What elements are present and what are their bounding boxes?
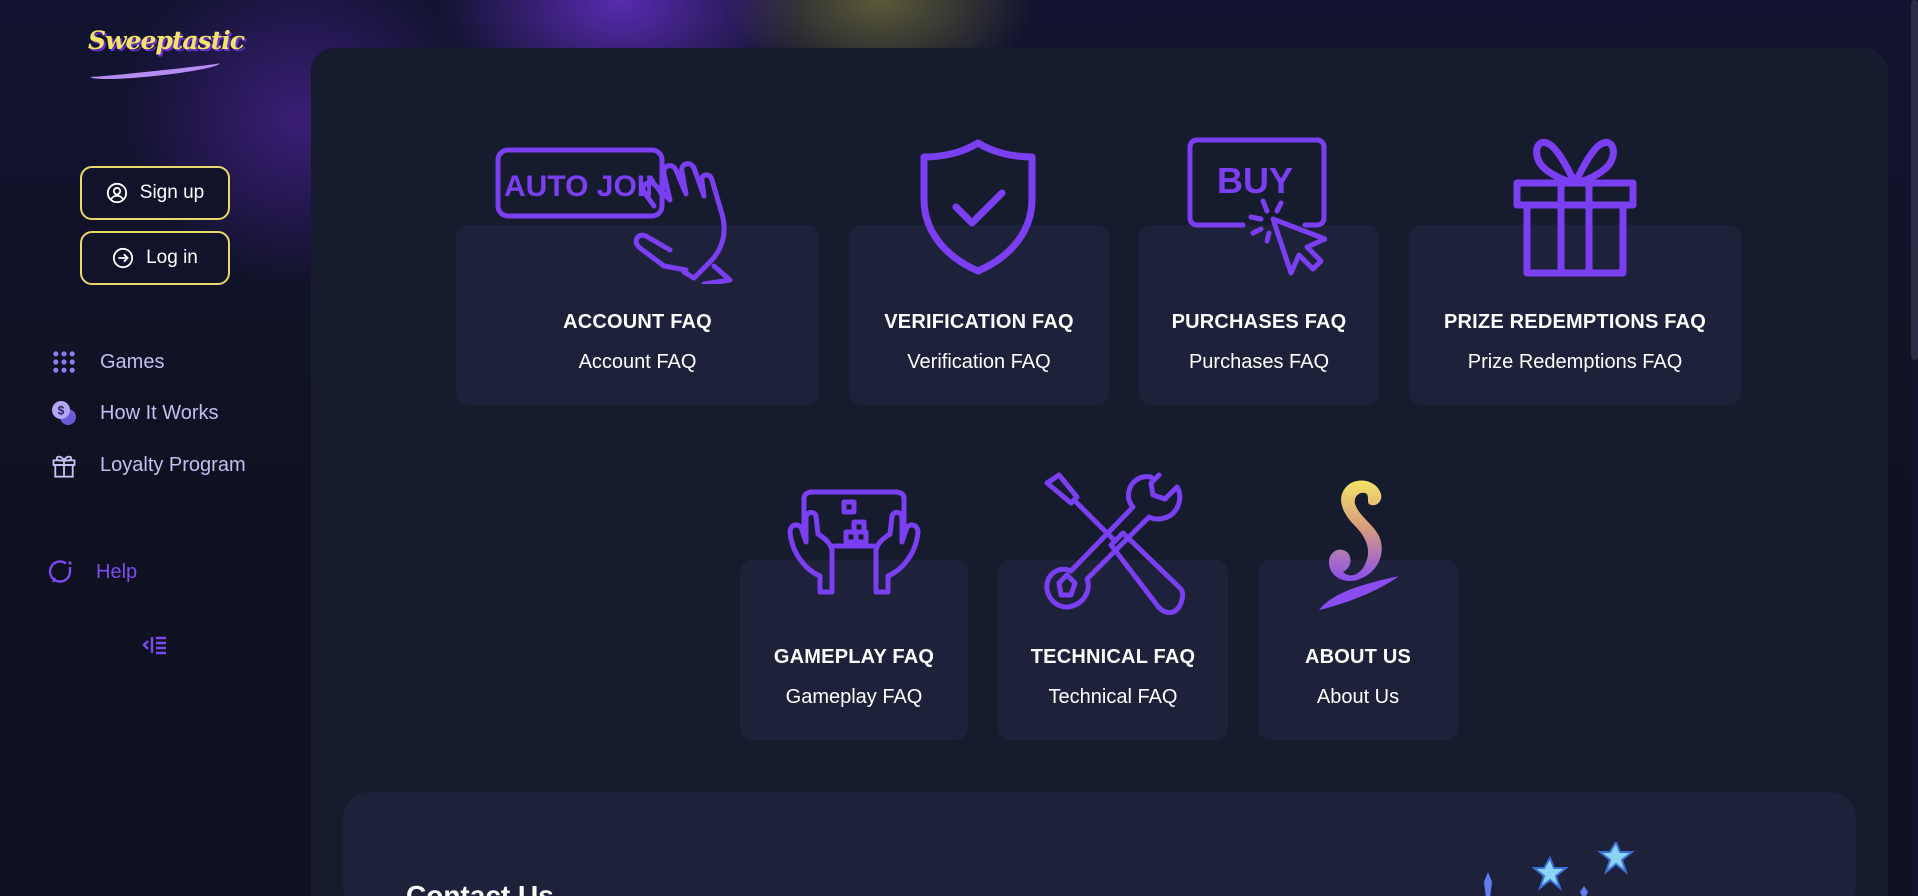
user-circle-icon xyxy=(106,182,127,204)
card-title: PURCHASES FAQ xyxy=(1171,311,1347,333)
coins-icon: $ xyxy=(52,401,76,425)
card-title: ABOUT US xyxy=(1304,646,1412,668)
card-title: VERIFICATION FAQ xyxy=(884,311,1074,333)
contact-title: Contact Us xyxy=(406,880,554,896)
buy-text: BUY xyxy=(1217,160,1293,201)
gift-box-icon xyxy=(1513,139,1637,277)
card-title: PRIZE REDEMPTIONS FAQ xyxy=(1443,311,1706,333)
auto-join-hand-icon: AUTO JOIN xyxy=(495,147,733,284)
sidebar-item-loyalty-program[interactable]: Loyalty Program xyxy=(50,450,246,480)
brand-logo[interactable]: Sweeptastic xyxy=(88,26,245,83)
sidebar-item-label: How It Works xyxy=(100,401,219,424)
card-title: ACCOUNT FAQ xyxy=(563,311,712,333)
card-title: TECHNICAL FAQ xyxy=(1030,646,1196,668)
card-subtitle: Gameplay FAQ xyxy=(785,686,923,708)
card-subtitle: Prize Redemptions FAQ xyxy=(1467,351,1683,373)
log-in-label: Log in xyxy=(146,247,198,268)
logo-swoosh xyxy=(89,57,221,83)
gift-icon xyxy=(52,455,76,478)
collapse-sidebar-icon[interactable] xyxy=(141,633,169,657)
card-subtitle: About Us xyxy=(1316,686,1400,708)
card-subtitle: Purchases FAQ xyxy=(1188,351,1330,373)
sidebar-item-games[interactable]: Games xyxy=(50,347,164,377)
sidebar-item-label: Help xyxy=(96,560,138,583)
scrollbar-thumb[interactable] xyxy=(1911,0,1918,360)
card-subtitle: Technical FAQ xyxy=(1048,686,1178,708)
sign-up-label: Sign up xyxy=(139,182,205,203)
sidebar-item-how-it-works[interactable]: $ How It Works xyxy=(50,398,219,428)
buy-click-icon: BUY xyxy=(1187,137,1327,276)
brand-logo-text: Sweeptastic xyxy=(88,26,245,55)
stars-decoration-icon xyxy=(1484,842,1635,896)
shield-check-icon xyxy=(920,139,1036,275)
card-subtitle: Account FAQ xyxy=(578,351,697,373)
sidebar-item-label: Loyalty Program xyxy=(100,453,246,476)
sign-up-button[interactable]: Sign up xyxy=(80,166,230,220)
arrow-circle-icon xyxy=(113,247,134,269)
help-bubble-icon xyxy=(48,560,72,583)
card-subtitle: Verification FAQ xyxy=(907,351,1051,373)
card-title: GAMEPLAY FAQ xyxy=(773,646,935,668)
sidebar: Sweeptastic Sign up Log in Games $ How I… xyxy=(0,0,300,896)
sidebar-item-help[interactable]: Help xyxy=(48,557,137,587)
log-in-button[interactable]: Log in xyxy=(80,231,230,285)
tools-icon xyxy=(1044,472,1185,615)
sweeptastic-s-logo-icon xyxy=(1319,480,1399,610)
svg-text:$: $ xyxy=(58,404,65,418)
grid-icon xyxy=(53,351,75,373)
sidebar-item-label: Games xyxy=(100,350,165,373)
game-controller-icon xyxy=(787,489,921,595)
